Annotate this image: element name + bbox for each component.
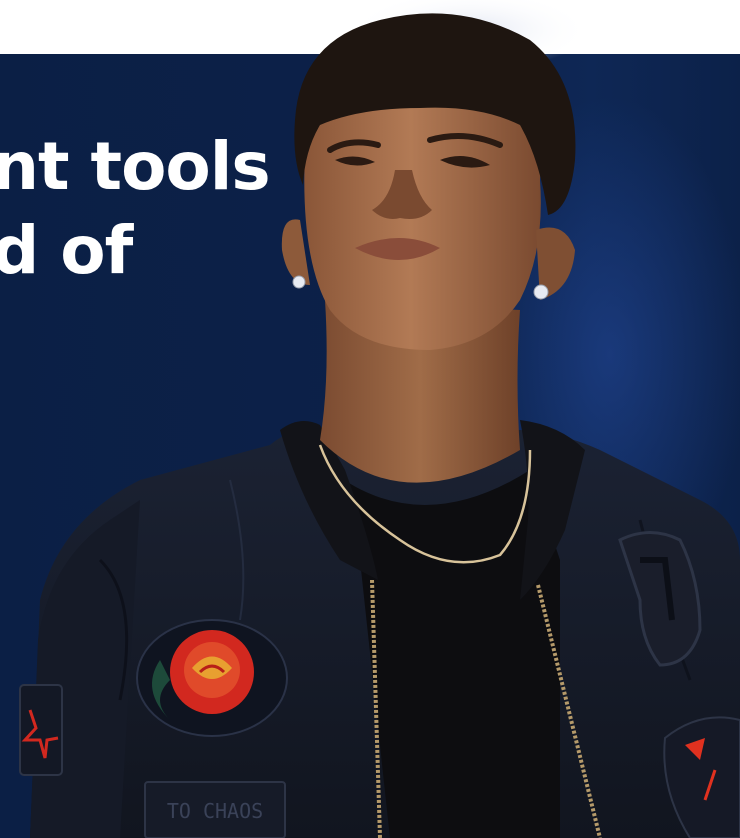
earring-left (292, 275, 306, 289)
rose-patch (136, 619, 288, 737)
sleeve-patch (19, 684, 63, 776)
chaos-patch: TO CHAOS (144, 781, 286, 838)
earring-right (533, 284, 549, 300)
chaos-patch-text: TO CHAOS (167, 799, 263, 823)
hero-photo: TO CHAOS (19, 0, 740, 838)
ear-left (281, 219, 310, 285)
